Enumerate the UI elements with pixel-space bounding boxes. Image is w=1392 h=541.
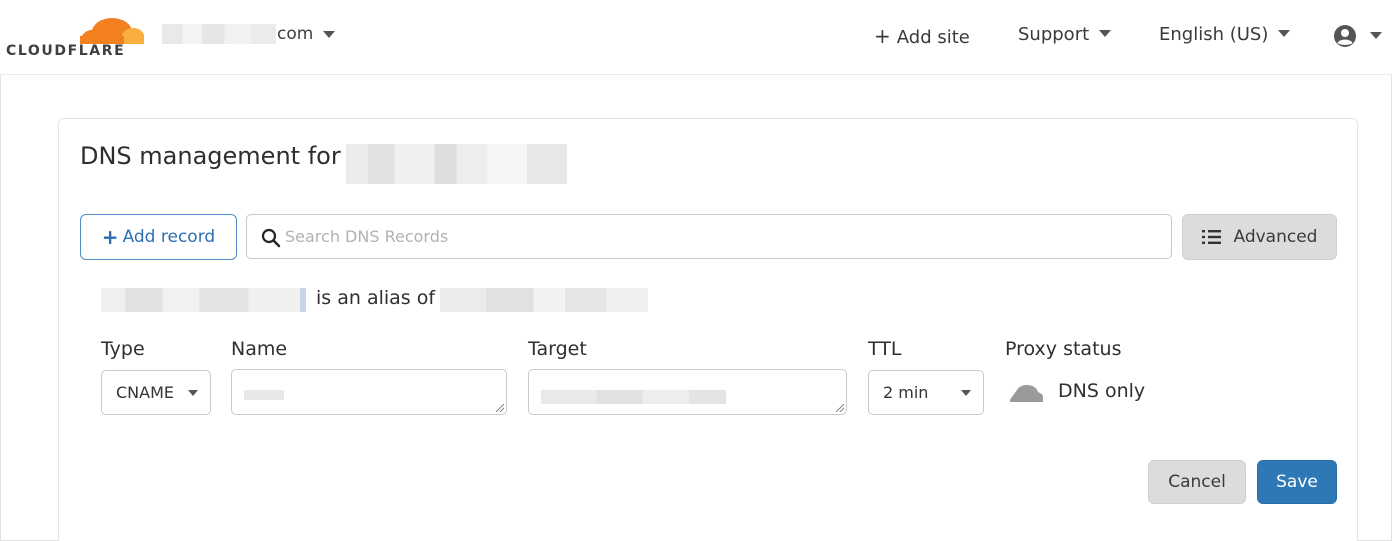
ttl-select-value: 2 min — [883, 383, 929, 402]
plus-icon: + — [101, 225, 119, 249]
name-label: Name — [231, 338, 288, 360]
alias-source-redacted — [101, 288, 306, 312]
user-icon[interactable] — [1333, 24, 1357, 48]
support-label: Support — [1018, 24, 1090, 45]
target-label: Target — [528, 338, 587, 360]
domain-redacted — [346, 144, 567, 184]
type-select[interactable]: CNAME — [101, 370, 211, 415]
add-site-label: Add site — [896, 27, 970, 48]
proxy-status-label: Proxy status — [1005, 338, 1122, 360]
user-chevron-down-icon[interactable] — [1370, 32, 1382, 39]
chevron-down-icon — [961, 390, 971, 396]
advanced-button[interactable]: Advanced — [1182, 214, 1337, 260]
language-label: English (US) — [1159, 24, 1269, 45]
support-menu[interactable]: Support — [1018, 24, 1112, 45]
add-record-label: Add record — [122, 227, 216, 247]
search-box[interactable] — [246, 214, 1172, 259]
target-value-redacted — [541, 390, 726, 404]
page-title: DNS management for — [80, 142, 341, 170]
logo-wordmark: CLOUDFLARE — [6, 43, 126, 59]
resize-handle[interactable] — [836, 404, 844, 412]
alias-text: is an alias of — [316, 287, 436, 309]
chevron-down-icon — [1278, 30, 1291, 37]
name-field[interactable] — [231, 369, 507, 415]
language-menu[interactable]: English (US) — [1159, 24, 1291, 45]
proxy-status-value: DNS only — [1058, 380, 1146, 402]
site-chevron-down-icon[interactable] — [323, 31, 335, 38]
list-icon — [1201, 230, 1221, 244]
search-input[interactable] — [285, 215, 1155, 258]
add-record-button[interactable]: + Add record — [80, 214, 237, 260]
add-site-button[interactable]: + Add site — [874, 24, 970, 48]
cloudflare-cloud-icon — [80, 18, 144, 44]
save-button[interactable]: Save — [1257, 460, 1337, 504]
advanced-label: Advanced — [1233, 227, 1318, 247]
ttl-label: TTL — [868, 338, 902, 360]
chevron-down-icon — [188, 390, 198, 396]
type-select-value: CNAME — [116, 383, 174, 402]
cancel-button[interactable]: Cancel — [1148, 460, 1246, 504]
chevron-down-icon — [1099, 30, 1112, 37]
site-name-redacted — [162, 24, 276, 44]
site-suffix[interactable]: com — [277, 24, 313, 44]
top-header: CLOUDFLARE com + Add site Support English… — [0, 0, 1392, 75]
resize-handle[interactable] — [496, 404, 504, 412]
target-field[interactable] — [528, 369, 847, 415]
type-label: Type — [101, 338, 145, 360]
name-value-redacted — [244, 390, 284, 400]
search-icon — [261, 228, 281, 248]
cloudflare-logo[interactable]: CLOUDFLARE — [6, 10, 146, 60]
plus-icon: + — [874, 24, 891, 48]
cloud-dns-only-icon[interactable] — [1005, 378, 1045, 404]
ttl-select[interactable]: 2 min — [868, 370, 984, 415]
alias-target-redacted — [440, 288, 648, 312]
